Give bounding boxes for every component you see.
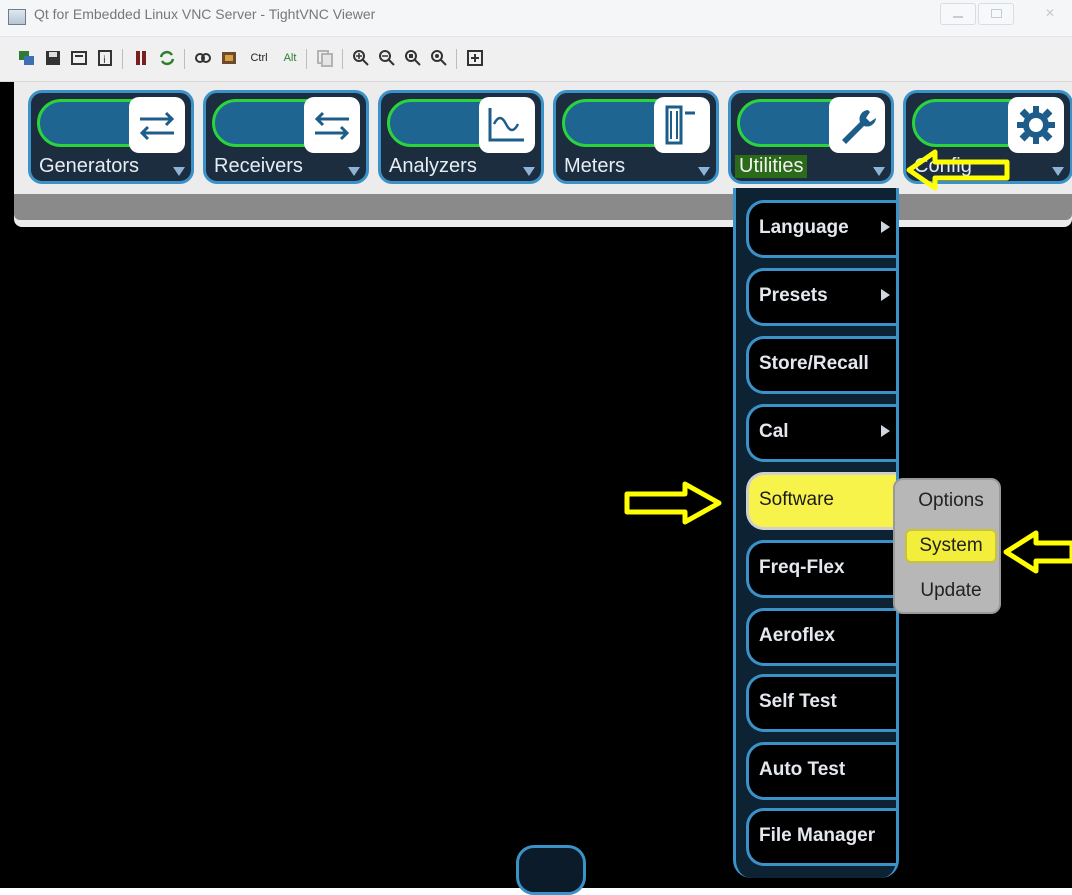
nav-receivers-button[interactable]: Receivers	[203, 90, 369, 184]
chevron-down-icon	[1052, 167, 1064, 176]
menu-item-label: Cal	[759, 421, 789, 442]
panel-strip	[14, 194, 1072, 220]
zoom-in-icon[interactable]	[350, 47, 372, 69]
menu-item-store-recall[interactable]: Store/Recall	[746, 336, 896, 394]
ctrl-key-button[interactable]: Ctrl	[244, 47, 274, 69]
options-icon[interactable]	[68, 47, 90, 69]
chevron-down-icon	[698, 167, 710, 176]
nav-label: Meters	[564, 155, 626, 177]
menu-item-software[interactable]: Software	[746, 472, 896, 530]
submenu-item-system[interactable]: System	[905, 529, 997, 563]
close-button[interactable]: ✕	[1030, 3, 1070, 23]
zoom-fit-icon[interactable]	[428, 47, 450, 69]
chevron-right-icon	[881, 221, 890, 233]
menu-item-label: Presets	[759, 285, 828, 306]
menu-item-label: Self Test	[759, 691, 837, 712]
refresh-icon[interactable]	[156, 47, 178, 69]
meter-icon	[654, 97, 710, 153]
nav-generators-button[interactable]: Generators	[28, 90, 194, 184]
menu-item-cal[interactable]: Cal	[746, 404, 896, 462]
menu-item-label: Freq-Flex	[759, 557, 845, 578]
waveform-chart-icon	[479, 97, 535, 153]
toolbar-separator	[306, 49, 307, 69]
menu-item-self-test[interactable]: Self Test	[746, 674, 896, 732]
wrench-icon	[829, 97, 885, 153]
minimize-button[interactable]	[940, 3, 976, 25]
menu-item-language[interactable]: Language	[746, 200, 896, 258]
chevron-down-icon	[873, 167, 885, 176]
zoom-out-icon[interactable]	[376, 47, 398, 69]
copy-icon[interactable]	[314, 47, 336, 69]
pause-icon[interactable]	[130, 47, 152, 69]
svg-text:i: i	[103, 55, 106, 66]
nav-meters-button[interactable]: Meters	[553, 90, 719, 184]
annotation-arrow-icon	[906, 149, 1010, 191]
menu-item-label: Aeroflex	[759, 625, 836, 646]
tightvnc-icon[interactable]	[218, 47, 240, 69]
gear-icon	[1008, 97, 1064, 153]
menu-item-presets[interactable]: Presets	[746, 268, 896, 326]
submenu-item-update[interactable]: Update	[905, 574, 997, 608]
zoom-actual-icon[interactable]	[402, 47, 424, 69]
full-screen-icon[interactable]	[192, 47, 214, 69]
maximize-button[interactable]	[978, 3, 1014, 25]
software-submenu: Options System Update	[893, 478, 1001, 614]
nav-label: Generators	[39, 155, 140, 177]
info-icon[interactable]: i	[94, 47, 116, 69]
app-icon	[8, 9, 26, 25]
menu-item-label: Language	[759, 217, 849, 238]
toolbar-separator	[342, 49, 343, 69]
toolbar-separator	[122, 49, 123, 69]
chevron-down-icon	[523, 167, 535, 176]
reverse-loop-arrows-icon	[304, 97, 360, 153]
window-title: Qt for Embedded Linux VNC Server - Tight…	[34, 6, 376, 22]
menu-item-freq-flex[interactable]: Freq-Flex	[746, 540, 896, 598]
chevron-right-icon	[881, 425, 890, 437]
nav-label: Analyzers	[389, 155, 477, 177]
annotation-arrow-icon	[1003, 530, 1072, 574]
window-titlebar: Qt for Embedded Linux VNC Server - Tight…	[0, 0, 1072, 37]
save-icon[interactable]	[42, 47, 64, 69]
toolbar-separator	[456, 49, 457, 69]
nav-label: Utilities	[735, 155, 808, 178]
menu-item-aeroflex[interactable]: Aeroflex	[746, 608, 896, 666]
loop-arrows-icon	[129, 97, 185, 153]
fit-window-icon[interactable]	[464, 47, 486, 69]
chevron-down-icon	[348, 167, 360, 176]
chevron-down-icon	[173, 167, 185, 176]
annotation-arrow-icon	[624, 481, 722, 525]
nav-label: Receivers	[214, 155, 303, 177]
menu-item-label: Software	[759, 489, 834, 510]
nav-utilities-button[interactable]: Utilities	[728, 90, 894, 184]
menu-item-label: Store/Recall	[759, 353, 869, 374]
submenu-item-options[interactable]: Options	[905, 484, 997, 518]
menu-item-auto-test[interactable]: Auto Test	[746, 742, 896, 800]
chevron-right-icon	[881, 289, 890, 301]
new-connection-icon[interactable]	[16, 47, 38, 69]
viewer-toolbar: i Ctrl Alt	[0, 37, 1072, 82]
menu-item-label: Auto Test	[759, 759, 846, 780]
nav-analyzers-button[interactable]: Analyzers	[378, 90, 544, 184]
menu-item-file-manager[interactable]: File Manager	[746, 808, 896, 866]
toolbar-separator	[184, 49, 185, 69]
menu-item-label: File Manager	[759, 825, 876, 846]
alt-key-button[interactable]: Alt	[278, 47, 302, 69]
